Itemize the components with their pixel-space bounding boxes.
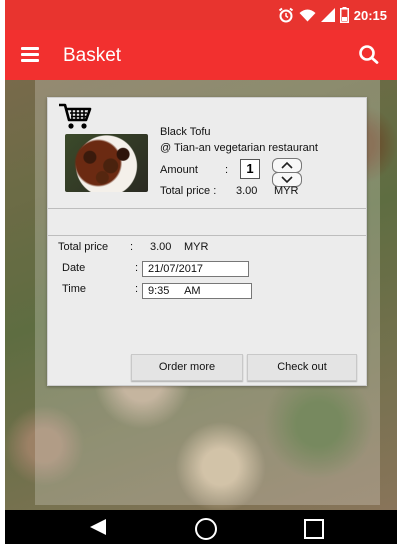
summary-total-value: 3.00 (150, 241, 172, 253)
order-more-button[interactable]: Order more (131, 354, 243, 381)
divider (48, 208, 366, 209)
amount-label: Amount (160, 164, 198, 176)
date-colon: : (135, 262, 139, 274)
item-name: Black Tofu (160, 126, 211, 138)
status-icons: 20:15 (278, 7, 387, 23)
battery-icon (339, 7, 349, 23)
amount-input[interactable]: 1 (240, 159, 260, 179)
shopping-cart-icon (59, 103, 92, 129)
item-total-currency: MYR (274, 185, 299, 197)
signal-icon (320, 8, 335, 22)
summary-total-currency: MYR (184, 241, 209, 253)
summary-total-colon: : (130, 241, 134, 253)
back-icon[interactable] (90, 519, 106, 535)
divider (48, 235, 366, 236)
increase-amount-button[interactable] (272, 158, 302, 173)
app-bar: Basket (5, 30, 397, 80)
amount-colon: : (225, 164, 229, 176)
phone-screen: 20:15 Basket Black Tofu @ Tian-an vegeta… (5, 0, 397, 544)
status-bar: 20:15 (5, 0, 397, 30)
status-time: 20:15 (353, 7, 387, 23)
time-field[interactable]: 9:35 AM (142, 283, 252, 299)
time-colon: : (135, 283, 139, 295)
alarm-icon (278, 7, 293, 23)
item-total-value: 3.00 (236, 185, 258, 197)
check-out-button[interactable]: Check out (247, 354, 357, 381)
basket-card: Black Tofu @ Tian-an vegetarian restaura… (47, 97, 367, 386)
search-icon[interactable] (357, 43, 379, 65)
menu-icon[interactable] (21, 47, 39, 62)
time-label: Time (62, 283, 87, 295)
summary-total-label: Total price (58, 241, 109, 253)
navigation-bar (5, 510, 397, 544)
home-icon[interactable] (195, 518, 217, 540)
date-field[interactable]: 21/07/2017 (142, 261, 249, 277)
restaurant-name: @ Tian-an vegetarian restaurant (160, 142, 318, 154)
item-total-label: Total price : (160, 185, 217, 197)
recents-icon[interactable] (304, 519, 324, 539)
page-title: Basket (63, 45, 122, 66)
food-image (65, 134, 148, 192)
date-label: Date (62, 262, 86, 274)
wifi-icon (299, 9, 316, 22)
